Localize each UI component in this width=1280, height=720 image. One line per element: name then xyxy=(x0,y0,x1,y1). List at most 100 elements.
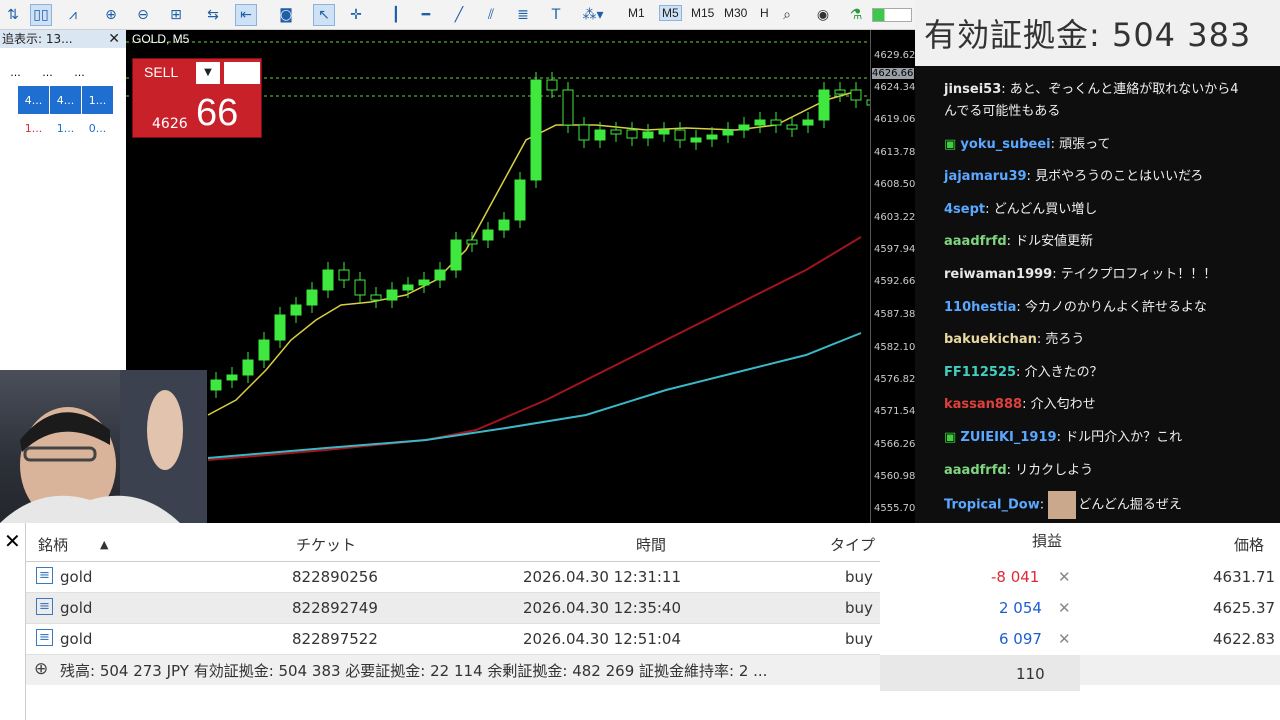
timeframe-m30[interactable]: M30 xyxy=(724,6,747,20)
chat-username[interactable]: Tropical_Dow xyxy=(944,498,1040,513)
chat-username[interactable]: bakuekichan xyxy=(944,332,1037,347)
candle xyxy=(818,89,830,121)
document-icon: ≡ xyxy=(36,598,53,615)
trendline-icon[interactable]: ╱ xyxy=(448,4,470,26)
chat-text: 頑張って xyxy=(1059,136,1111,152)
chat-text: 売ろう xyxy=(1045,332,1085,348)
chat-username[interactable]: FF112525 xyxy=(944,365,1016,380)
market-watch-title: 追表示: 13... xyxy=(2,32,73,46)
col-price[interactable]: 価格 xyxy=(1234,534,1264,555)
sell-price-big[interactable]: 66 xyxy=(196,92,238,135)
close-position-icon[interactable]: ✕ xyxy=(1058,568,1071,586)
timeframe-m5[interactable]: M5 xyxy=(659,5,682,21)
mw-cell: 1... xyxy=(56,121,75,135)
table-row[interactable] xyxy=(26,624,880,655)
timeframe-m15[interactable]: M15 xyxy=(691,6,714,20)
chat-username[interactable]: 110hestia xyxy=(944,300,1016,315)
candle xyxy=(418,279,430,286)
col-profit[interactable]: 損益 xyxy=(1032,530,1062,551)
document-icon: ≡ xyxy=(36,567,53,584)
webcam-overlay xyxy=(0,370,207,523)
symbol-cell: gold xyxy=(60,630,93,648)
total-profit: 110 xyxy=(1016,665,1045,683)
crosshair-icon[interactable]: ✛ xyxy=(345,4,367,26)
candle xyxy=(770,119,782,126)
shapes-menu-icon[interactable]: ⁂▾ xyxy=(578,4,608,26)
chat-separator: : xyxy=(1056,430,1066,445)
chat-message: aaadfrfd: ドル安値更新 xyxy=(944,230,1093,249)
sell-button[interactable]: SELL xyxy=(136,62,190,84)
chat-username[interactable]: jajamaru39 xyxy=(944,169,1027,184)
chat-separator: : xyxy=(1001,82,1010,97)
profit-cell: -8 041 xyxy=(991,568,1040,586)
table-header-right xyxy=(880,524,1280,562)
price-axis: 4629.62 4624.34 4619.06 4613.78 4608.50 4603.… xyxy=(870,30,915,523)
grid-icon[interactable]: ⊞ xyxy=(165,4,187,26)
candle xyxy=(498,219,510,231)
vertical-line-icon[interactable]: ┃ xyxy=(385,4,407,26)
signal-icon: ⚗ xyxy=(849,7,863,23)
cursor-icon[interactable]: ↖ xyxy=(313,4,335,26)
chat-separator: : xyxy=(1026,169,1036,185)
close-position-icon[interactable]: ✕ xyxy=(1058,599,1071,617)
chat-username[interactable]: 4sept xyxy=(944,202,985,217)
screenshot-icon[interactable]: ◙ xyxy=(275,4,297,26)
screen: ⇅ ▯▯ ⩘ ⊕ ⊖ ⊞ ⇆ ⇤ ◙ ↖ ✛ ┃ ━ ╱ ⫽ ≣ T ⁂▾ M1… xyxy=(0,0,1280,720)
chat-username[interactable]: yoku_subeei xyxy=(960,137,1050,152)
channel-icon[interactable]: ⫽ xyxy=(480,4,502,26)
market-watch-header: 追表示: 13... ✕ xyxy=(0,30,126,48)
fibonacci-icon[interactable]: ≣ xyxy=(512,4,534,26)
close-icon[interactable]: ✕ xyxy=(4,529,21,553)
market-watch-row[interactable]: 1... 1... 0... xyxy=(18,114,118,142)
chat-username[interactable]: aaadfrfd xyxy=(944,234,1007,249)
volume-input[interactable] xyxy=(224,62,260,84)
candle xyxy=(802,119,814,126)
chat-text: ドル円介入か？これ xyxy=(1065,430,1183,445)
table-header xyxy=(26,524,880,562)
search-icon[interactable]: ⌕ xyxy=(776,4,798,26)
candle xyxy=(722,129,734,136)
col-time[interactable]: 時間 xyxy=(636,534,666,555)
price-tick: 4629.62 xyxy=(874,50,916,61)
mw-cell: ... xyxy=(42,65,53,79)
col-symbol[interactable]: 銘柄 xyxy=(38,534,68,555)
new-order-icon[interactable]: ⇅ xyxy=(2,4,24,26)
chart-toolbar: ⇅ ▯▯ ⩘ ⊕ ⊖ ⊞ ⇆ ⇤ ◙ ↖ ✛ ┃ ━ ╱ ⫽ ≣ T ⁂▾ M1… xyxy=(0,0,915,30)
horizontal-line-icon[interactable]: ━ xyxy=(415,4,437,26)
chart-shift-icon[interactable]: ⇤ xyxy=(235,4,257,26)
timeframe-m1[interactable]: M1 xyxy=(628,6,645,20)
chat-username[interactable]: aaadfrfd xyxy=(944,463,1007,478)
chat-separator: : xyxy=(1016,364,1025,380)
close-icon[interactable]: ✕ xyxy=(108,30,120,48)
col-ticket[interactable]: チケット xyxy=(296,534,356,555)
chat-username[interactable]: jinsei53 xyxy=(944,82,1001,97)
mw-cell: 0... xyxy=(88,121,107,135)
chat-text: あと、ぞっくんと連絡が取れないから4 xyxy=(1009,82,1239,97)
sort-asc-icon[interactable]: ▲ xyxy=(100,538,108,551)
price-tick: 4608.50 xyxy=(874,179,916,190)
account-icon[interactable]: ◉ xyxy=(812,4,834,26)
market-watch-row[interactable]: ... ... ... xyxy=(0,58,126,86)
autoscroll-icon[interactable]: ⇆ xyxy=(202,4,224,26)
candlestick-chart-icon[interactable]: ▯▯ xyxy=(30,4,52,26)
zoom-in-icon[interactable]: ⊕ xyxy=(100,4,122,26)
chevron-down-icon[interactable]: ▼ xyxy=(196,62,220,84)
table-row[interactable] xyxy=(26,562,880,593)
chat-text: テイクプロフィット！！！ xyxy=(1060,267,1217,282)
candle xyxy=(210,379,222,391)
chat-username[interactable]: kassan888 xyxy=(944,397,1022,412)
timeframe-h[interactable]: H xyxy=(760,6,769,20)
chat-username[interactable]: reiwaman1999 xyxy=(944,267,1052,282)
zoom-out-icon[interactable]: ⊖ xyxy=(132,4,154,26)
expand-icon[interactable]: ⊕ xyxy=(34,659,48,679)
chat-username[interactable]: ZUIEIKI_1919 xyxy=(960,430,1056,445)
candle xyxy=(338,269,350,281)
profit-cell: 6 097 xyxy=(999,630,1042,648)
text-tool-icon[interactable]: T xyxy=(545,4,567,26)
connection-bar xyxy=(872,8,912,22)
col-type[interactable]: タイプ xyxy=(830,534,875,555)
market-watch-row-selected[interactable]: 4... 4... 1... xyxy=(18,86,118,114)
line-chart-icon[interactable]: ⩘ xyxy=(62,4,84,26)
table-row[interactable] xyxy=(26,593,880,624)
close-position-icon[interactable]: ✕ xyxy=(1058,630,1071,648)
